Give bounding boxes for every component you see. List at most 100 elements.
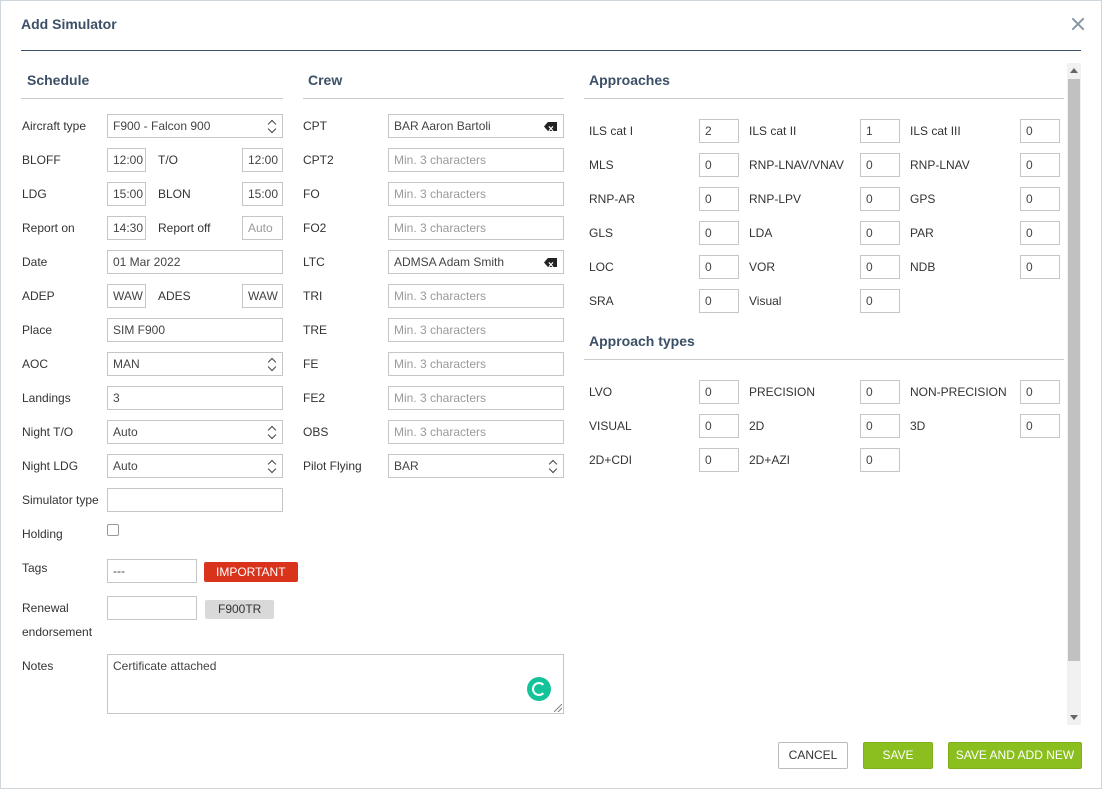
- par-input[interactable]: 0: [1020, 221, 1060, 245]
- approaches-divider: [584, 98, 1064, 99]
- aoc-select[interactable]: MAN: [107, 352, 283, 376]
- tag-important[interactable]: IMPORTANT: [204, 562, 298, 582]
- 2d-azi-input[interactable]: 0: [860, 448, 900, 472]
- non-precision-label: NON-PRECISION: [910, 385, 1007, 399]
- non-precision-input[interactable]: 0: [1020, 380, 1060, 404]
- ils-cat-i-label: ILS cat I: [589, 124, 634, 138]
- precision-input[interactable]: 0: [860, 380, 900, 404]
- rnp-ar-label: RNP-AR: [589, 192, 636, 206]
- ndb-input[interactable]: 0: [1020, 255, 1060, 279]
- mls-input[interactable]: 0: [699, 153, 739, 177]
- to-label: T/O: [158, 153, 178, 167]
- holding-checkbox[interactable]: [107, 524, 119, 536]
- ils-cat-ii-input[interactable]: 1: [860, 119, 900, 143]
- place-input[interactable]: SIM F900: [107, 318, 283, 342]
- save-and-add-new-button[interactable]: SAVE AND ADD NEW: [948, 742, 1082, 769]
- loc-input[interactable]: 0: [699, 255, 739, 279]
- clear-input-icon[interactable]: [544, 258, 557, 267]
- crew-input-fo[interactable]: Min. 3 characters: [388, 182, 564, 206]
- tags-input[interactable]: ---: [107, 559, 197, 583]
- crew-value-fo: Min. 3 characters: [394, 187, 487, 201]
- landings-label: Landings: [22, 391, 71, 405]
- renewal-chip[interactable]: F900TR: [205, 600, 275, 619]
- crew-input-tre[interactable]: Min. 3 characters: [388, 318, 564, 342]
- ldg-input[interactable]: 15:00: [107, 182, 146, 206]
- clear-input-icon[interactable]: [544, 122, 557, 131]
- visual-input[interactable]: 0: [699, 414, 739, 438]
- gls-input[interactable]: 0: [699, 221, 739, 245]
- resize-handle-icon[interactable]: [554, 704, 562, 712]
- rnp-ar-input[interactable]: 0: [699, 187, 739, 211]
- approaches-heading: Approaches: [589, 72, 670, 88]
- vor-input[interactable]: 0: [860, 255, 900, 279]
- ades-label: ADES: [158, 289, 191, 303]
- grammarly-icon[interactable]: [527, 677, 551, 701]
- date-input[interactable]: 01 Mar 2022: [107, 250, 283, 274]
- ades-input[interactable]: WAW: [242, 284, 283, 308]
- blon-input[interactable]: 15:00: [242, 182, 283, 206]
- visual-label: VISUAL: [589, 419, 632, 433]
- ils-cat-iii-input[interactable]: 0: [1020, 119, 1060, 143]
- date-label: Date: [22, 255, 48, 269]
- save-button[interactable]: SAVE: [863, 742, 933, 769]
- renewal-label: Renewal: [22, 601, 69, 615]
- gls-label: GLS: [589, 226, 614, 240]
- crew-input-fo2[interactable]: Min. 3 characters: [388, 216, 564, 240]
- crew-input-ltc[interactable]: ADMSA Adam Smith: [388, 250, 564, 274]
- report-off-input[interactable]: Auto: [242, 216, 283, 240]
- gps-input[interactable]: 0: [1020, 187, 1060, 211]
- 2d-cdi-label: 2D+CDI: [589, 453, 633, 467]
- crew-heading: Crew: [308, 72, 343, 88]
- aircraft-type-select[interactable]: F900 - Falcon 900: [107, 114, 283, 138]
- visual-input[interactable]: 0: [860, 289, 900, 313]
- crew-divider: [303, 98, 564, 99]
- crew-label-fe: FE: [303, 357, 319, 371]
- lda-input[interactable]: 0: [860, 221, 900, 245]
- close-icon[interactable]: [1069, 15, 1087, 33]
- notes-textarea[interactable]: Certificate attached: [107, 654, 564, 714]
- crew-input-fe2[interactable]: Min. 3 characters: [388, 386, 564, 410]
- night-to-select[interactable]: Auto: [107, 420, 283, 444]
- scroll-up-icon[interactable]: [1070, 68, 1078, 73]
- scroll-down-icon[interactable]: [1070, 715, 1078, 720]
- scrollbar-thumb[interactable]: [1068, 79, 1080, 661]
- night-ldg-select[interactable]: Auto: [107, 454, 283, 478]
- crew-value-tre: Min. 3 characters: [394, 323, 487, 337]
- notes-label: Notes: [22, 659, 54, 673]
- crew-value-tri: Min. 3 characters: [394, 289, 487, 303]
- ldg-label: LDG: [22, 187, 47, 201]
- add-simulator-dialog: Add Simulator Schedule Aircraft type F90…: [0, 0, 1102, 789]
- rnp-lnav-vnav-input[interactable]: 0: [860, 153, 900, 177]
- 2d-cdi-input[interactable]: 0: [699, 448, 739, 472]
- approach-types-divider: [584, 359, 1064, 360]
- 2d-input[interactable]: 0: [860, 414, 900, 438]
- cancel-button[interactable]: CANCEL: [778, 742, 848, 769]
- pilot-flying-select[interactable]: BAR: [388, 454, 564, 478]
- sra-input[interactable]: 0: [699, 289, 739, 313]
- crew-input-tri[interactable]: Min. 3 characters: [388, 284, 564, 308]
- report-on-label: Report on: [22, 221, 75, 235]
- crew-input-fe[interactable]: Min. 3 characters: [388, 352, 564, 376]
- 3d-input[interactable]: 0: [1020, 414, 1060, 438]
- lvo-input[interactable]: 0: [699, 380, 739, 404]
- lda-label: LDA: [749, 226, 773, 240]
- rnp-lpv-input[interactable]: 0: [860, 187, 900, 211]
- landings-input[interactable]: 3: [107, 386, 283, 410]
- crew-input-obs[interactable]: Min. 3 characters: [388, 420, 564, 444]
- aoc-label: AOC: [22, 357, 49, 371]
- select-arrows-icon: [268, 459, 276, 473]
- to-input[interactable]: 12:00: [242, 148, 283, 172]
- crew-input-cpt[interactable]: BAR Aaron Bartoli: [388, 114, 564, 138]
- bloff-input[interactable]: 12:00: [107, 148, 146, 172]
- renewal-input[interactable]: [107, 596, 197, 620]
- crew-value-fe2: Min. 3 characters: [394, 391, 487, 405]
- crew-input-cpt2[interactable]: Min. 3 characters: [388, 148, 564, 172]
- ils-cat-i-input[interactable]: 2: [699, 119, 739, 143]
- report-on-input[interactable]: 14:30: [107, 216, 146, 240]
- approach-types-heading: Approach types: [589, 333, 695, 349]
- adep-input[interactable]: WAW: [107, 284, 146, 308]
- select-arrows-icon: [268, 357, 276, 371]
- rnp-lnav-input[interactable]: 0: [1020, 153, 1060, 177]
- report-off-label: Report off: [158, 221, 211, 235]
- simulator-type-input[interactable]: [107, 488, 283, 512]
